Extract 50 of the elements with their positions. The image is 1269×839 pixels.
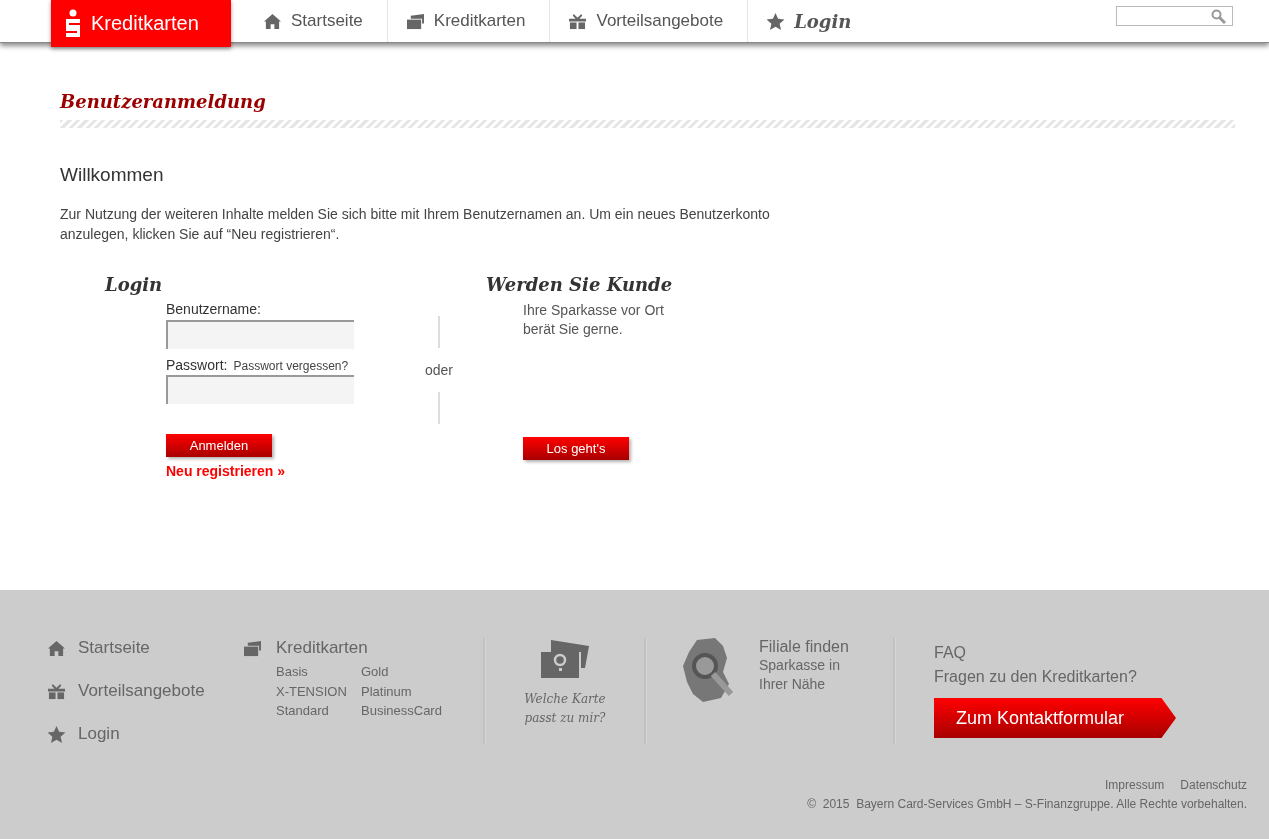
contact-form-button[interactable]: Zum Kontaktformular	[934, 698, 1176, 738]
card-finder-link[interactable]: Welche Karte passt zu mir?	[515, 690, 615, 728]
cards-icon	[405, 12, 425, 30]
forgot-password-link[interactable]: Passwort vergessen?	[233, 359, 349, 373]
home-icon	[47, 639, 66, 657]
branch-text: Sparkasse in Ihrer Nähe	[759, 656, 841, 694]
login-button[interactable]: Anmelden	[166, 434, 272, 457]
nav-tab[interactable]: Kreditkarten	[387, 0, 551, 42]
footer-nav-link[interactable]: Login	[47, 724, 243, 744]
register-link[interactable]: Neu registrieren »	[166, 463, 286, 479]
star-icon	[766, 12, 786, 30]
footer-nav-link[interactable]: Vorteilsangebote	[47, 681, 243, 701]
card-question-icon	[539, 638, 591, 680]
legal-link[interactable]: Impressum	[1104, 778, 1165, 792]
nav-tab[interactable]: Startseite	[245, 0, 388, 42]
nav-tab[interactable]: Vorteilsangebote	[550, 0, 749, 42]
branch-heading[interactable]: Filiale finden	[759, 638, 859, 656]
password-field[interactable]	[166, 375, 354, 404]
footer-nav-link[interactable]: Kreditkarten	[243, 638, 483, 658]
nav-tab[interactable]: Login	[748, 0, 876, 42]
star-icon	[47, 725, 66, 743]
logo[interactable]: Kreditkarten	[51, 0, 231, 47]
home-icon	[263, 12, 282, 30]
card-link[interactable]: Basis	[276, 662, 361, 682]
search-field[interactable]	[1116, 6, 1233, 26]
footer-nav-link[interactable]: Startseite	[47, 638, 243, 658]
faq-heading: FAQ	[934, 644, 967, 662]
page-title: Benutzeranmeldung	[60, 91, 267, 112]
start-button[interactable]: Los geht's	[523, 437, 629, 460]
legal-link[interactable]: Datenschutz	[1180, 778, 1247, 792]
customer-text: Ihre Sparkasse vor Ort berät Sie gerne.	[523, 301, 665, 339]
login-heading: Login	[105, 274, 164, 295]
card-link[interactable]: Platinum	[361, 681, 483, 701]
or-text: oder	[425, 362, 453, 378]
card-link[interactable]: X-TENSION	[276, 681, 361, 701]
welcome-heading: Willkommen	[60, 164, 165, 186]
card-link[interactable]: Gold	[361, 662, 483, 682]
search-icon	[1211, 8, 1226, 24]
intro-text: Zur Nutzung der weiteren Inhalte melden Sie sich bitte mit Ihrem Benutzernamen an. Um ein neues Benutzerkonto anzulegen, klicken Sie auf “Neu registrieren“.	[60, 205, 771, 244]
copyright-text: © 2015 Bayern Card-Services GmbH – S-Finanzgruppe. Alle Rechte vorbehalten.	[806, 797, 1248, 811]
username-label: Benutzername:	[166, 301, 261, 317]
cards-icon	[243, 639, 262, 657]
card-link[interactable]: BusinessCard	[361, 701, 483, 721]
customer-heading: Werden Sie Kunde	[486, 274, 674, 295]
gift-icon	[568, 12, 588, 30]
faq-question: Fragen zu den Kreditkarten?	[934, 668, 1138, 686]
card-link[interactable]: Standard	[276, 701, 361, 721]
gift-icon	[47, 682, 66, 700]
username-field[interactable]	[166, 320, 354, 349]
password-label: Passwort:	[166, 357, 228, 373]
